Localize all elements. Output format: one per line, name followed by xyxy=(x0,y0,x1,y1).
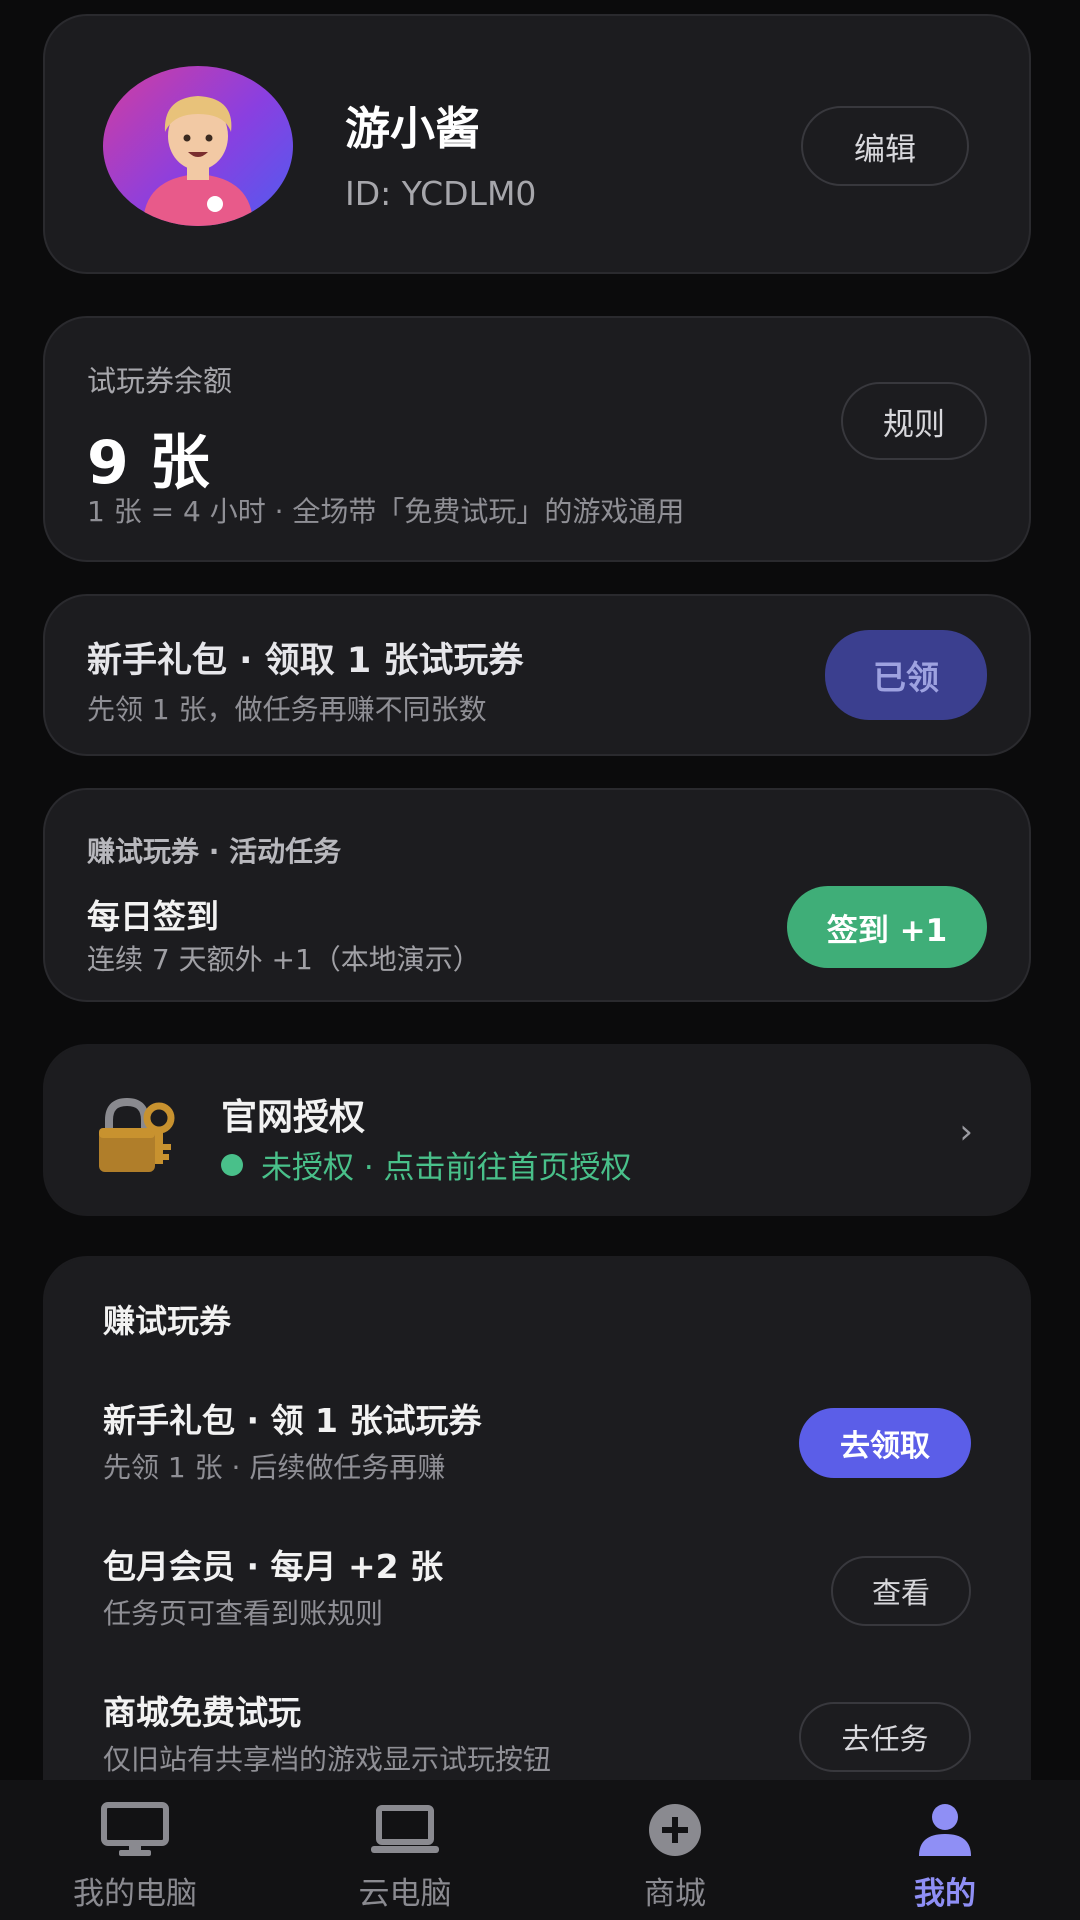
auth-status: 未授权 · 点击前往首页授权 xyxy=(221,1142,632,1187)
chevron-right-icon: › xyxy=(959,1112,973,1152)
balance-label: 试玩券余额 xyxy=(87,364,233,398)
nav-label: 我的电脑 xyxy=(73,1876,197,1912)
nav-label: 商城 xyxy=(644,1876,706,1912)
row-title: 包月会员 · 每月 +2 张 xyxy=(103,1547,444,1586)
status-dot xyxy=(221,1153,243,1176)
rules-button[interactable]: 规则 xyxy=(841,382,987,460)
lock-key-icon xyxy=(95,1096,179,1176)
novice-gift-card: 新手礼包 · 领取 1 张试玩券 先领 1 张，做任务再赚不同张数 已领 xyxy=(43,594,1031,756)
authorization-card[interactable]: 官网授权 未授权 · 点击前往首页授权 › xyxy=(43,1044,1031,1216)
nav-item-cloud-computer[interactable]: 云电脑 xyxy=(270,1780,540,1920)
go-claim-button[interactable]: 去领取 xyxy=(799,1408,971,1478)
nav-item-me[interactable]: 我的 xyxy=(810,1780,1080,1920)
gift-title: 新手礼包 · 领取 1 张试玩券 xyxy=(87,641,524,681)
earn-title: 赚试玩券 xyxy=(103,1302,232,1340)
row-title: 商城免费试玩 xyxy=(103,1693,301,1732)
profile-id: ID: YCDLM0 xyxy=(345,174,537,213)
balance-value: 9 张 xyxy=(87,428,210,498)
task-subtitle: 连续 7 天额外 +1（本地演示） xyxy=(87,943,481,976)
gift-subtitle: 先领 1 张，做任务再赚不同张数 xyxy=(87,693,487,726)
go-task-button[interactable]: 去任务 xyxy=(799,1702,971,1772)
row-subtitle: 任务页可查看到账规则 xyxy=(103,1597,384,1630)
avatar[interactable] xyxy=(103,66,293,226)
profile-card: 游小酱 ID: YCDLM0 编辑 xyxy=(43,14,1031,274)
daily-task-card: 赚试玩券 · 活动任务 每日签到 连续 7 天额外 +1（本地演示） 签到 +1 xyxy=(43,788,1031,1002)
nav-label: 云电脑 xyxy=(358,1876,452,1912)
person-icon xyxy=(909,1802,981,1858)
row-subtitle: 仅旧站有共享档的游戏显示试玩按钮 xyxy=(103,1743,552,1776)
earn-row-membership: 包月会员 · 每月 +2 张 任务页可查看到账规则 查看 xyxy=(45,1540,1029,1660)
nav-item-my-computer[interactable]: 我的电脑 xyxy=(0,1780,270,1920)
earn-vouchers-card: 赚试玩券 新手礼包 · 领 1 张试玩券 先领 1 张 · 后续做任务再赚 去领… xyxy=(43,1256,1031,1816)
edit-button[interactable]: 编辑 xyxy=(801,106,969,186)
profile-page: 游小酱 ID: YCDLM0 编辑 试玩券余额 9 张 1 张 = 4 小时 ·… xyxy=(0,0,1080,1920)
task-header: 赚试玩券 · 活动任务 xyxy=(87,835,342,868)
sign-in-button[interactable]: 签到 +1 xyxy=(787,886,987,968)
auth-title: 官网授权 xyxy=(221,1097,366,1138)
auth-status-text: 未授权 · 点击前往首页授权 xyxy=(261,1150,632,1186)
plus-circle-icon xyxy=(639,1802,711,1858)
row-title: 新手礼包 · 领 1 张试玩券 xyxy=(103,1401,482,1440)
task-title: 每日签到 xyxy=(87,897,219,936)
balance-note: 1 张 = 4 小时 · 全场带「免费试玩」的游戏通用 xyxy=(87,495,685,528)
laptop-icon xyxy=(369,1802,441,1858)
nav-label: 我的 xyxy=(914,1876,976,1912)
row-subtitle: 先领 1 张 · 后续做任务再赚 xyxy=(103,1451,446,1484)
monitor-icon xyxy=(99,1802,171,1858)
nav-item-store[interactable]: 商城 xyxy=(540,1780,810,1920)
earn-row-novice: 新手礼包 · 领 1 张试玩券 先领 1 张 · 后续做任务再赚 去领取 xyxy=(45,1394,1029,1514)
profile-name: 游小酱 xyxy=(345,102,481,155)
claimed-button[interactable]: 已领 xyxy=(825,630,987,720)
voucher-balance-card: 试玩券余额 9 张 1 张 = 4 小时 · 全场带「免费试玩」的游戏通用 规则 xyxy=(43,316,1031,562)
view-button[interactable]: 查看 xyxy=(831,1556,971,1626)
bottom-nav: 我的电脑 云电脑 商城 我的 xyxy=(0,1780,1080,1920)
